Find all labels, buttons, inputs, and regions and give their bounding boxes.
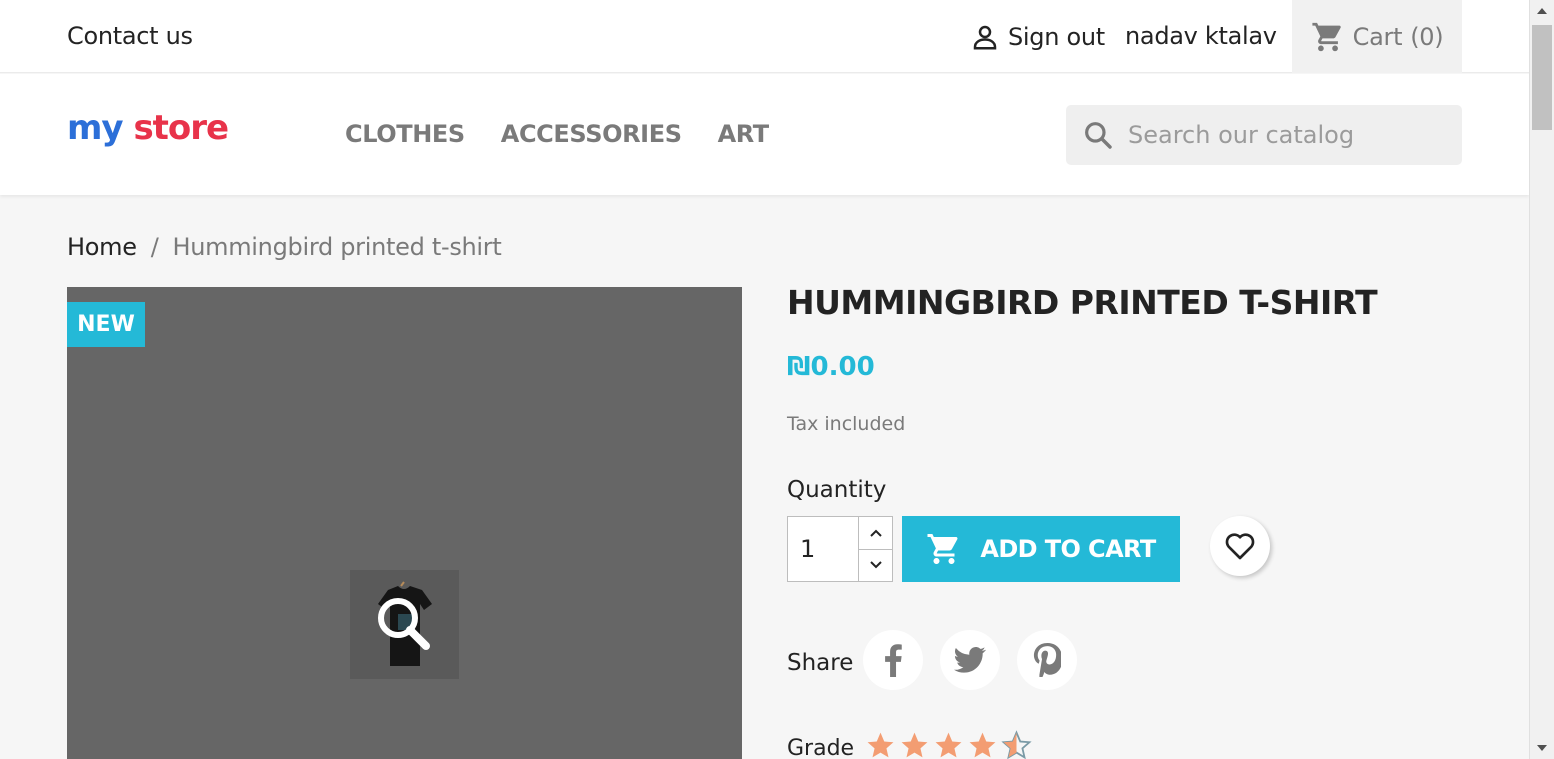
- search-input[interactable]: [1126, 120, 1446, 150]
- rating-stars: [865, 730, 1032, 759]
- twitter-icon: [954, 646, 986, 673]
- star-half-icon: [1001, 730, 1032, 759]
- nav-clothes[interactable]: CLOTHES: [345, 120, 465, 148]
- quantity-input[interactable]: [788, 517, 858, 581]
- quantity-up-button[interactable]: [859, 517, 892, 549]
- nav-accessories[interactable]: ACCESSORIES: [501, 120, 682, 148]
- top-bar: Contact us Sign out nadav ktalav Cart (0…: [0, 0, 1529, 73]
- quantity-stepper: [787, 516, 893, 582]
- quantity-buttons: [858, 517, 892, 581]
- breadcrumb: Home / Hummingbird printed t-shirt: [67, 233, 502, 261]
- sign-out-link[interactable]: Sign out: [970, 22, 1105, 52]
- heart-icon: [1225, 533, 1255, 560]
- quantity-down-button[interactable]: [859, 548, 892, 582]
- person-icon: [973, 25, 997, 50]
- scroll-down-arrow[interactable]: [1537, 745, 1547, 751]
- search-box: [1066, 105, 1462, 165]
- sign-out-label: Sign out: [1008, 23, 1105, 51]
- scroll-thumb[interactable]: [1532, 25, 1552, 130]
- quantity-label: Quantity: [787, 477, 887, 503]
- account-name-link[interactable]: nadav ktalav: [1125, 22, 1277, 50]
- grade-label: Grade: [787, 736, 855, 759]
- star-icon: [901, 732, 928, 758]
- product-price: ₪0.00: [787, 352, 875, 382]
- facebook-icon: [885, 644, 902, 677]
- new-flag: NEW: [67, 302, 145, 347]
- search-icon[interactable]: [1082, 119, 1114, 151]
- breadcrumb-current: Hummingbird printed t-shirt: [172, 233, 502, 261]
- main-nav: CLOTHES ACCESSORIES ART: [345, 120, 769, 148]
- chevron-up-icon: [869, 529, 882, 537]
- product-image[interactable]: [350, 570, 459, 679]
- pinterest-icon: [1033, 643, 1061, 677]
- cart-icon: [1312, 22, 1341, 51]
- contact-us-link[interactable]: Contact us: [67, 22, 193, 50]
- cart-count: (0): [1410, 22, 1444, 51]
- nav-art[interactable]: ART: [718, 120, 770, 148]
- breadcrumb-separator: /: [150, 233, 159, 261]
- logo-word-store: store: [133, 108, 229, 148]
- product-image-area: NEW: [67, 287, 742, 759]
- share-pinterest-button[interactable]: [1017, 630, 1077, 690]
- share-label: Share: [787, 650, 854, 676]
- add-to-cart-label: ADD TO CART: [980, 535, 1156, 563]
- logo-word-my: my: [67, 108, 124, 148]
- main-header: my store CLOTHES ACCESSORIES ART: [0, 74, 1529, 195]
- scroll-up-arrow[interactable]: [1537, 8, 1547, 14]
- share-facebook-button[interactable]: [863, 630, 923, 690]
- page-scrollbar[interactable]: [1529, 0, 1554, 759]
- store-logo[interactable]: my store: [67, 108, 229, 148]
- zoom-icon: [378, 598, 430, 650]
- star-icon: [969, 732, 996, 758]
- chevron-down-icon: [869, 561, 882, 569]
- cart-label: Cart: [1352, 22, 1403, 51]
- add-to-cart-button[interactable]: ADD TO CART: [902, 516, 1180, 582]
- product-title: HUMMINGBIRD PRINTED T-SHIRT: [787, 283, 1378, 322]
- breadcrumb-home[interactable]: Home: [67, 233, 137, 261]
- cart-button[interactable]: Cart (0): [1292, 0, 1462, 73]
- star-icon: [867, 732, 894, 758]
- tax-label: Tax included: [787, 413, 906, 435]
- page: Contact us Sign out nadav ktalav Cart (0…: [0, 0, 1529, 759]
- cart-icon: [927, 534, 958, 564]
- star-icon: [935, 732, 962, 758]
- wishlist-button[interactable]: [1210, 516, 1270, 576]
- share-twitter-button[interactable]: [940, 630, 1000, 690]
